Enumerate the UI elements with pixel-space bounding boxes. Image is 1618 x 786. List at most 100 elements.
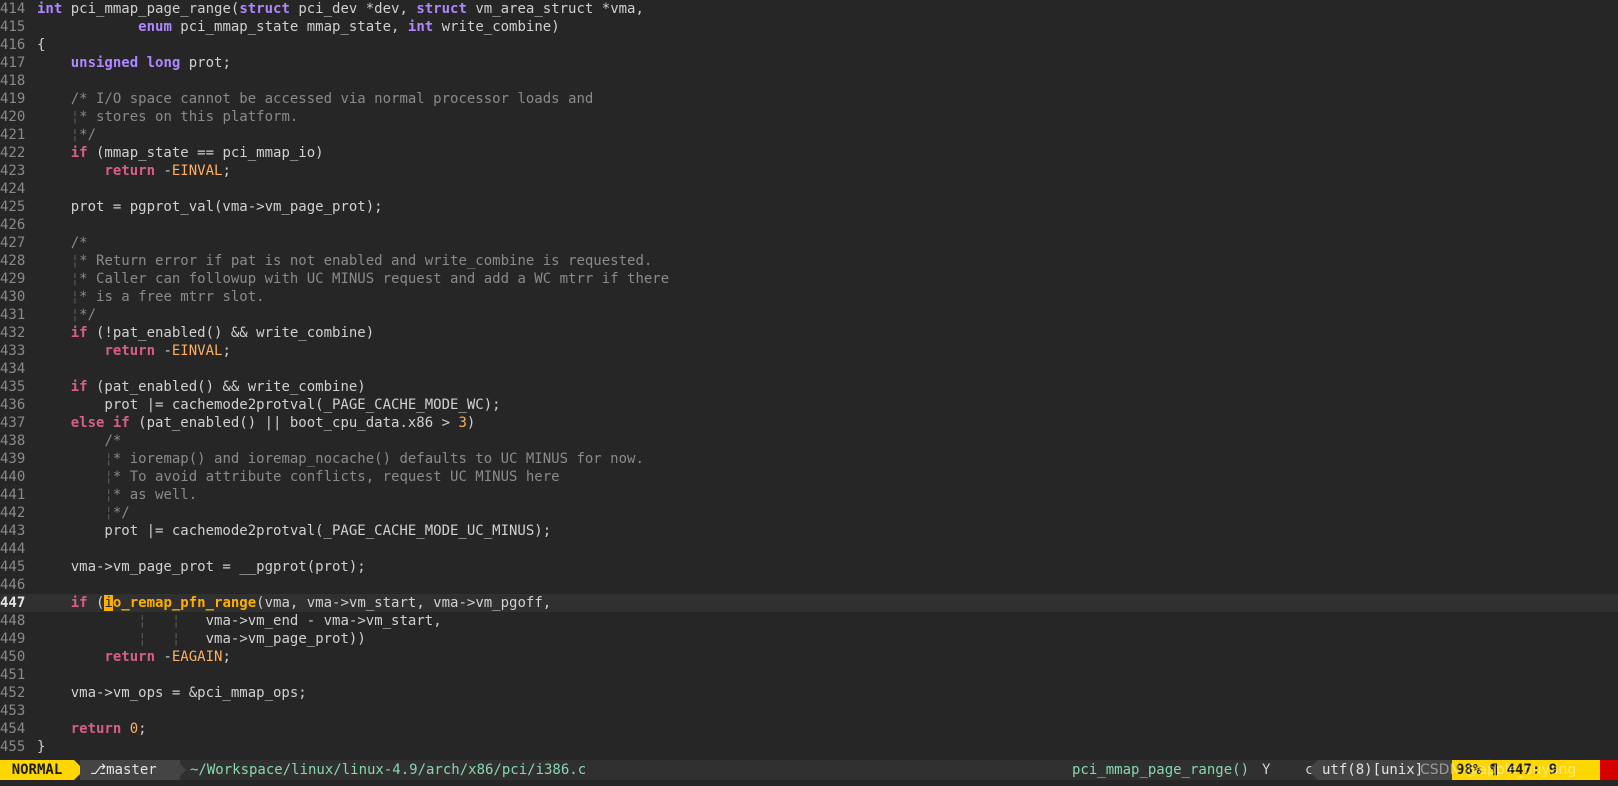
code-line[interactable]: 454 return 0; [0,720,1618,738]
line-number: 424 [0,181,26,197]
line-number: 429 [0,271,26,287]
code-token: long [146,55,181,71]
code-line[interactable]: 427 /* [0,234,1618,252]
separator-arrow [176,760,186,780]
line-number: 425 [0,199,26,215]
code-line[interactable]: 439 ¦* ioremap() and ioremap_nocache() d… [0,450,1618,468]
code-token: - [155,163,172,179]
code-line[interactable]: 455} [0,738,1618,756]
code-line[interactable]: 444 [0,540,1618,558]
code-line[interactable]: 416 { [0,36,1618,54]
code-line[interactable]: 447 if (io_remap_pfn_range(vma, vma->vm_… [0,594,1618,612]
code-token: struct [239,1,290,17]
code-token: if [112,415,130,431]
code-line[interactable]: 428 ¦* Return error if pat is not enable… [0,252,1618,270]
code-token: else [70,415,105,431]
code-line[interactable]: 424 [0,180,1618,198]
code-line[interactable]: 446 [0,576,1618,594]
code-token: vma->vm_page_prot)) [180,631,366,647]
line-number: 428 [0,253,26,269]
indent-guide: ¦ [70,253,80,269]
line-number: 423 [0,163,26,179]
code-token: vma->vm_ops = &pci_mmap_ops; [37,685,307,701]
code-line[interactable]: 421 ¦*/ [0,126,1618,144]
code-token: vma->vm_end - vma->vm_start, [180,613,442,629]
line-number: 422 [0,145,26,161]
code-line[interactable]: 437 else if (pat_enabled() || boot_cpu_d… [0,414,1618,432]
code-line[interactable]: 414 int pci_mmap_page_range(struct pci_de… [0,0,1618,18]
code-token: o_remap_pfn_range [112,595,257,611]
git-branch: ⎇master [80,760,180,780]
code-line[interactable]: 440 ¦* To avoid attribute conflicts, req… [0,468,1618,486]
code-token: int [407,19,434,35]
code-line[interactable]: 418 [0,72,1618,90]
code-line[interactable]: 422 if (mmap_state == pci_mmap_io) [0,144,1618,162]
code-token: return [104,163,156,179]
code-token: if [70,325,88,341]
code-token: ; [222,649,231,665]
code-line[interactable]: 434 [0,360,1618,378]
separator-arrow [1308,760,1318,780]
code-line[interactable]: 442 ¦*/ [0,504,1618,522]
code-line[interactable]: 441 ¦* as well. [0,486,1618,504]
command-line[interactable] [0,780,1618,786]
line-number: 440 [0,469,26,485]
code-line[interactable]: 423 return -EINVAL; [0,162,1618,180]
line-number: 438 [0,433,26,449]
code-line[interactable]: 415 enum pci_mmap_state mmap_state, int … [0,18,1618,36]
line-number: 437 [0,415,26,431]
code-editor[interactable]: 414 int pci_mmap_page_range(struct pci_de… [0,0,1618,760]
line-number: 451 [0,667,26,683]
line-number: 446 [0,577,26,593]
indent-guide: ¦ [104,487,113,503]
code-line[interactable]: 425 prot = pgprot_val(vma->vm_page_prot)… [0,198,1618,216]
code-line[interactable]: 451 [0,666,1618,684]
line-number: 436 [0,397,26,413]
code-line[interactable]: 438 /* [0,432,1618,450]
line-number: 454 [0,721,26,737]
code-token: { [37,37,46,53]
code-line[interactable]: 445 vma->vm_page_prot = __pgprot(prot); [0,558,1618,576]
code-line[interactable]: 436 prot |= cachemode2protval(_PAGE_CACH… [0,396,1618,414]
code-token: } [37,739,46,755]
code-line[interactable]: 433 return -EINVAL; [0,342,1618,360]
code-token: * To avoid attribute conflicts, request … [112,469,560,485]
code-line[interactable]: 452 vma->vm_ops = &pci_mmap_ops; [0,684,1618,702]
code-line[interactable]: 435 if (pat_enabled() && write_combine) [0,378,1618,396]
line-number: 415 [0,19,26,35]
code-token: EAGAIN [171,649,223,665]
code-line[interactable]: 419 /* I/O space cannot be accessed via … [0,90,1618,108]
code-token: * Return error if pat is not enabled and… [79,253,653,269]
code-line[interactable]: 429 ¦* Caller can followup with UC MINUS… [0,270,1618,288]
code-line[interactable]: 426 [0,216,1618,234]
code-token: 3 [458,415,467,431]
code-line[interactable]: 420 ¦* stores on this platform. [0,108,1618,126]
code-line[interactable]: 453 [0,702,1618,720]
code-line[interactable]: 417 unsigned long prot; [0,54,1618,72]
code-token: /* [104,433,122,449]
code-token: /* [70,235,88,251]
code-line[interactable]: 449 ¦ ¦ vma->vm_page_prot)) [0,630,1618,648]
code-line[interactable]: 443 prot |= cachemode2protval(_PAGE_CACH… [0,522,1618,540]
code-line[interactable]: 430 ¦* is a free mtrr slot. [0,288,1618,306]
code-token: ; [222,163,231,179]
line-number: 435 [0,379,26,395]
code-line[interactable]: 432 if (!pat_enabled() && write_combine) [0,324,1618,342]
code-line[interactable]: 448 ¦ ¦ vma->vm_end - vma->vm_start, [0,612,1618,630]
watermark: CSDN @apple_ouyang [1420,762,1577,778]
code-token: * Caller can followup with UC MINUS requ… [79,271,670,287]
line-number: 449 [0,631,26,647]
code-line[interactable]: 431 ¦*/ [0,306,1618,324]
indent-guide: ¦ [104,469,113,485]
code-line[interactable]: 450 return -EAGAIN; [0,648,1618,666]
indent-guide: ¦ [104,505,113,521]
